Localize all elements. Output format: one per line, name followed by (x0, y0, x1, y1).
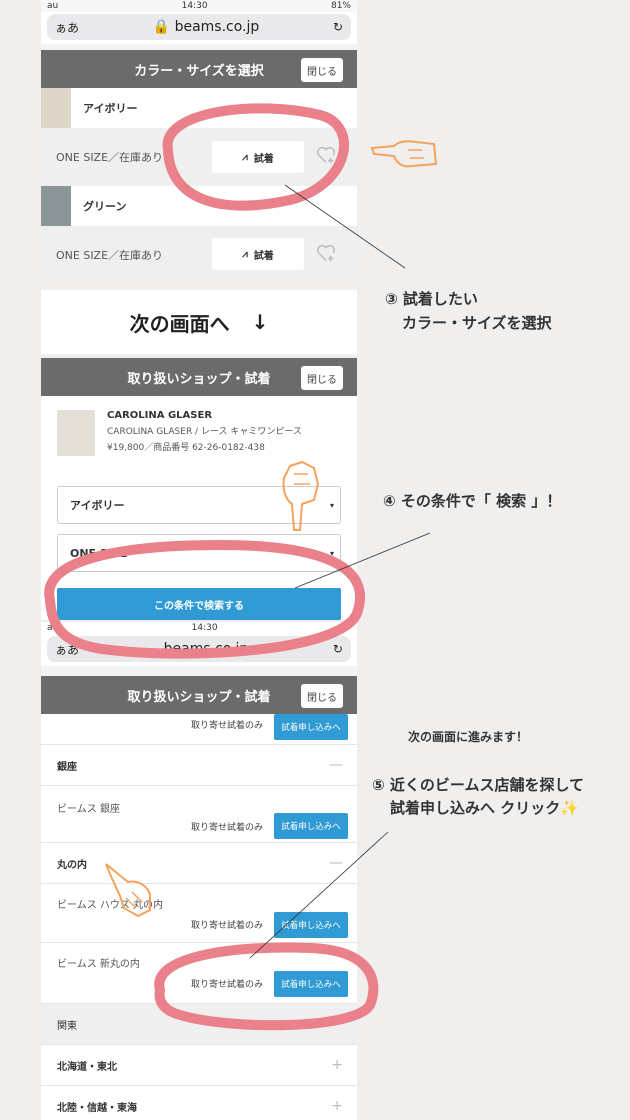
pointer-line (249, 831, 389, 959)
highlight-loop (154, 942, 379, 1031)
pointing-hand-icon (370, 140, 438, 168)
step5-annotation-line2: 試着申し込みへ クリック✨ (390, 799, 579, 817)
highlight-loop (44, 539, 365, 659)
step3-annotation-line1: ③ 試着したい (385, 290, 478, 308)
step3-annotation-line2: カラー・サイズを選択 (402, 314, 552, 332)
pointing-hand-icon (105, 863, 151, 918)
pointer-line (294, 532, 431, 589)
step4-annotation: ④ その条件で「 検索 」！ (383, 492, 562, 510)
pointer-line (284, 184, 406, 269)
step5-annotation-line1: ⑤ 近くのビームス店舗を探して (372, 776, 585, 794)
pointing-hand-icon (282, 460, 320, 531)
highlight-loop (162, 103, 349, 211)
next-note: 次の画面に進みます！ (408, 730, 529, 744)
annotation-overlay (44, 103, 438, 1031)
